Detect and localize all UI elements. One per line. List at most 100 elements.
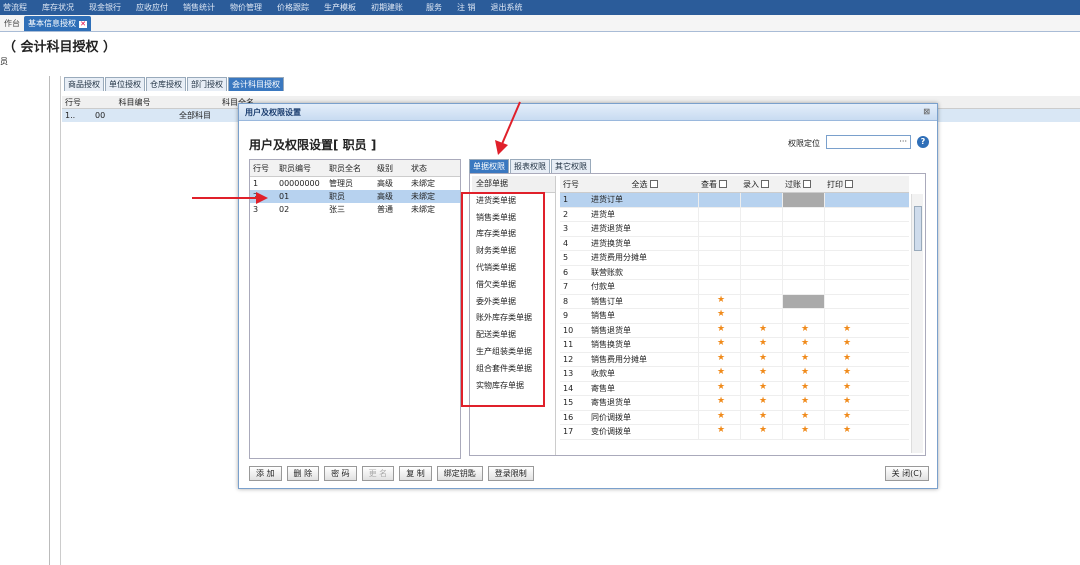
- perm-cell[interactable]: ★: [782, 352, 824, 366]
- perm-cell[interactable]: ★: [782, 381, 824, 395]
- perm-cell[interactable]: ★: [698, 410, 740, 424]
- tab-basic-auth[interactable]: 基本信息授权 ✕: [24, 16, 91, 31]
- perm-cell[interactable]: ★: [824, 367, 866, 381]
- perm-cell[interactable]: [698, 207, 740, 221]
- doc-row[interactable]: 10 销售退货单 ★ ★ ★ ★: [560, 323, 909, 338]
- menu-item[interactable]: 生产模板: [321, 2, 356, 13]
- tab-close-icon[interactable]: ✕: [79, 21, 87, 28]
- perm-cell[interactable]: ★: [782, 338, 824, 352]
- perm-cell[interactable]: [782, 265, 824, 279]
- menu-item[interactable]: 注 销: [454, 2, 476, 13]
- post-checkbox[interactable]: [803, 180, 811, 188]
- perm-cell[interactable]: ★: [824, 323, 866, 337]
- perm-cell[interactable]: [782, 280, 824, 294]
- doc-row[interactable]: 17 变价调拨单 ★ ★ ★ ★: [560, 425, 909, 440]
- perm-cell[interactable]: ★: [740, 381, 782, 395]
- perm-cell[interactable]: [824, 222, 866, 236]
- bind-key-button[interactable]: 绑定钥匙: [436, 466, 483, 481]
- tab-account-auth[interactable]: 会计科目授权: [228, 77, 284, 91]
- perm-cell[interactable]: ★: [740, 410, 782, 424]
- rename-button[interactable]: 更 名: [361, 466, 395, 481]
- tab-unit-auth[interactable]: 单位授权: [105, 77, 145, 91]
- tab-goods-auth[interactable]: 商品授权: [64, 77, 104, 91]
- perm-cell[interactable]: [782, 236, 824, 250]
- perm-cell[interactable]: ★: [824, 396, 866, 410]
- perm-cell[interactable]: ★: [698, 323, 740, 337]
- perm-cell[interactable]: [824, 280, 866, 294]
- perm-cell[interactable]: ★: [824, 425, 866, 439]
- menu-item[interactable]: 初期建账: [368, 2, 403, 13]
- menu-item[interactable]: 物价管理: [227, 2, 262, 13]
- doc-table-scrollbar[interactable]: [911, 194, 923, 453]
- doc-row[interactable]: 13 收款单 ★ ★ ★ ★: [560, 367, 909, 382]
- view-checkbox[interactable]: [719, 180, 727, 188]
- perm-cell[interactable]: [740, 251, 782, 265]
- add-button[interactable]: 添 加: [249, 466, 282, 481]
- perm-cell[interactable]: ★: [782, 396, 824, 410]
- doc-row[interactable]: 1 进货订单: [560, 193, 909, 208]
- perm-cell[interactable]: [740, 265, 782, 279]
- perm-cell[interactable]: [740, 207, 782, 221]
- perm-cell[interactable]: [782, 222, 824, 236]
- perm-cell[interactable]: [698, 236, 740, 250]
- col-post[interactable]: 过账: [782, 179, 824, 190]
- perm-cell[interactable]: ★: [824, 410, 866, 424]
- doc-row[interactable]: 11 销售换货单 ★ ★ ★ ★: [560, 338, 909, 353]
- perm-cell[interactable]: [698, 251, 740, 265]
- menu-item[interactable]: 现金银行: [86, 2, 121, 13]
- perm-cell[interactable]: ★: [698, 381, 740, 395]
- password-button[interactable]: 密 码: [324, 466, 357, 481]
- doc-row[interactable]: 8 销售订单 ★: [560, 294, 909, 309]
- perm-cell[interactable]: ★: [698, 396, 740, 410]
- perm-cell[interactable]: [740, 193, 782, 207]
- doc-row[interactable]: 12 销售费用分摊单 ★ ★ ★ ★: [560, 352, 909, 367]
- perm-cell-disabled[interactable]: [782, 294, 824, 308]
- perm-cell[interactable]: [740, 309, 782, 323]
- perm-cell[interactable]: ★: [740, 367, 782, 381]
- doc-row[interactable]: 4 进货换货单: [560, 236, 909, 251]
- doc-row[interactable]: 9 销售单 ★: [560, 309, 909, 324]
- perm-cell[interactable]: [740, 294, 782, 308]
- tab-other-perm[interactable]: 其它权限: [551, 159, 591, 173]
- perm-cell[interactable]: [782, 251, 824, 265]
- perm-cell[interactable]: [824, 251, 866, 265]
- menu-item[interactable]: 销售统计: [180, 2, 215, 13]
- delete-button[interactable]: 删 除: [286, 466, 320, 481]
- doc-row[interactable]: 6 联营账款: [560, 265, 909, 280]
- close-icon[interactable]: ⊠: [923, 107, 930, 116]
- perm-cell[interactable]: [698, 193, 740, 207]
- perm-locate-input[interactable]: ···: [826, 135, 911, 149]
- tab-workbench[interactable]: 作台: [0, 16, 24, 31]
- menu-item[interactable]: 价格跟踪: [274, 2, 309, 13]
- perm-cell[interactable]: ★: [824, 381, 866, 395]
- menu-item[interactable]: 应收应付: [133, 2, 168, 13]
- perm-cell[interactable]: ★: [698, 309, 740, 323]
- perm-cell[interactable]: [698, 265, 740, 279]
- tab-warehouse-auth[interactable]: 仓库授权: [146, 77, 186, 91]
- doc-row[interactable]: 7 付款单: [560, 280, 909, 295]
- perm-cell[interactable]: [824, 236, 866, 250]
- doc-category-item[interactable]: 全部单据: [472, 176, 555, 193]
- copy-button[interactable]: 复 制: [399, 466, 432, 481]
- perm-cell[interactable]: [782, 309, 824, 323]
- perm-cell[interactable]: [698, 280, 740, 294]
- perm-cell[interactable]: ★: [782, 323, 824, 337]
- perm-cell[interactable]: ★: [824, 352, 866, 366]
- scrollbar-thumb[interactable]: [914, 206, 922, 251]
- perm-cell[interactable]: [824, 193, 866, 207]
- perm-cell[interactable]: [698, 222, 740, 236]
- doc-row[interactable]: 16 同价调拨单 ★ ★ ★ ★: [560, 410, 909, 425]
- employee-row[interactable]: 3 02 张三 普通 未绑定: [250, 203, 460, 216]
- employee-row[interactable]: 2 01 职员 高级 未绑定: [250, 190, 460, 203]
- doc-row[interactable]: 15 寄售退货单 ★ ★ ★ ★: [560, 396, 909, 411]
- perm-cell[interactable]: ★: [740, 396, 782, 410]
- perm-cell[interactable]: ★: [740, 323, 782, 337]
- col-view[interactable]: 查看: [698, 179, 740, 190]
- col-select-all[interactable]: 全选: [588, 179, 698, 190]
- perm-cell[interactable]: [740, 236, 782, 250]
- print-checkbox[interactable]: [845, 180, 853, 188]
- perm-cell[interactable]: [740, 280, 782, 294]
- perm-cell[interactable]: [782, 207, 824, 221]
- menu-item[interactable]: 营流程: [0, 2, 27, 13]
- col-entry[interactable]: 录入: [740, 179, 782, 190]
